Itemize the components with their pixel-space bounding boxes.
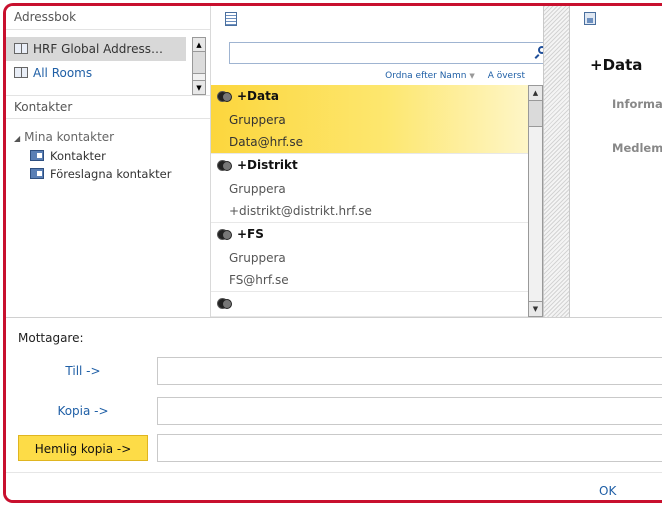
address-book-icon: [14, 43, 28, 54]
recipients-header: Mottagare:: [18, 331, 84, 345]
scroll-up-icon[interactable]: ▲: [193, 38, 205, 52]
ok-button[interactable]: OK: [599, 484, 616, 498]
tree-item-label: Föreslagna kontakter: [50, 167, 172, 181]
contact-card-icon: [30, 168, 44, 179]
results-toolbar: [211, 6, 543, 42]
footer-divider: [6, 472, 662, 473]
list-view-icon[interactable]: [225, 12, 237, 26]
result-item-data[interactable]: +Data Gruppera Data@hrf.se: [211, 85, 529, 154]
result-type: Gruppera: [229, 113, 286, 127]
result-item-partial[interactable]: [211, 292, 529, 317]
address-book-nav: Adressbok HRF Global Address… All Rooms …: [6, 6, 211, 317]
address-book-rooms[interactable]: All Rooms: [6, 61, 186, 85]
results-list: +Data Gruppera Data@hrf.se +Distrikt Gru…: [211, 85, 529, 317]
address-book-label: HRF Global Address…: [33, 42, 163, 56]
address-book-list: HRF Global Address… All Rooms ▲ ▼: [6, 37, 210, 95]
recipients-area: Mottagare: Till -> Kopia -> Hemlig kopia…: [6, 317, 662, 500]
details-info-label: Informat: [612, 97, 662, 111]
collapse-triangle-icon[interactable]: ◢: [14, 129, 20, 149]
details-pane: +Data Informat Medlem: [570, 6, 662, 317]
address-book-dialog: Adressbok HRF Global Address… All Rooms …: [3, 3, 662, 503]
result-type: Gruppera: [229, 251, 286, 265]
search-input[interactable]: [230, 43, 525, 63]
tree-item-contacts[interactable]: Kontakter: [6, 147, 210, 165]
address-book-header: Adressbok: [6, 6, 210, 30]
bcc-button[interactable]: Hemlig kopia ->: [18, 435, 148, 461]
sort-bar: Ordna efter Namn ▼ A överst: [373, 68, 525, 84]
result-title: +FS: [211, 223, 529, 247]
sort-label: Ordna efter Namn: [385, 71, 467, 81]
tree-item-suggested-contacts[interactable]: Föreslagna kontakter: [6, 165, 210, 183]
address-book-label: All Rooms: [33, 66, 93, 80]
scroll-down-icon[interactable]: ▼: [193, 80, 205, 94]
pane-splitter[interactable]: [543, 6, 570, 317]
cc-field[interactable]: [157, 397, 662, 425]
scroll-thumb[interactable]: [193, 52, 205, 74]
bcc-field[interactable]: [157, 434, 662, 462]
result-title: +Data: [211, 85, 529, 109]
contact-card-icon: [30, 150, 44, 161]
sort-by-name-link[interactable]: Ordna efter Namn ▼: [379, 71, 475, 81]
address-book-scrollbar[interactable]: ▲ ▼: [192, 37, 206, 95]
contacts-tree: ◢ Mina kontakter Kontakter Föreslagna kon…: [6, 119, 210, 183]
results-scrollbar[interactable]: ▲ ▼: [528, 85, 543, 317]
contact-details-icon[interactable]: [584, 12, 596, 25]
tree-root-label: Mina kontakter: [24, 130, 115, 144]
result-name: +FS: [237, 227, 264, 241]
result-item-fs[interactable]: +FS Gruppera FS@hrf.se: [211, 223, 529, 292]
address-book-icon: [14, 67, 28, 78]
results-pane: Ordna efter Namn ▼ A överst +Data Grupper…: [211, 6, 554, 317]
result-type: Gruppera: [229, 182, 286, 196]
tree-item-label: Kontakter: [50, 149, 106, 163]
result-item-distrikt[interactable]: +Distrikt Gruppera +distrikt@distrikt.hr…: [211, 154, 529, 223]
result-title: [211, 292, 529, 316]
contacts-header: Kontakter: [6, 95, 210, 119]
sort-order-link[interactable]: A överst: [488, 71, 525, 81]
scroll-down-icon[interactable]: ▼: [529, 301, 542, 316]
result-title: +Distrikt: [211, 154, 529, 178]
group-icon: [217, 159, 232, 171]
result-email: Data@hrf.se: [229, 135, 303, 149]
result-name: +Data: [237, 89, 279, 103]
details-members-label: Medlem: [612, 141, 662, 155]
result-name: +Distrikt: [237, 158, 298, 172]
scroll-up-icon[interactable]: ▲: [529, 86, 542, 101]
group-icon: [217, 297, 232, 309]
address-book-global[interactable]: HRF Global Address…: [6, 37, 186, 61]
group-icon: [217, 90, 232, 102]
result-email: FS@hrf.se: [229, 273, 289, 287]
chevron-down-icon: ▼: [469, 72, 475, 80]
details-title: +Data: [590, 56, 643, 74]
scroll-thumb[interactable]: [529, 101, 542, 127]
result-email: +distrikt@distrikt.hrf.se: [229, 204, 372, 218]
tree-root-my-contacts[interactable]: ◢ Mina kontakter: [6, 127, 210, 147]
to-field[interactable]: [157, 357, 662, 385]
cc-button[interactable]: Kopia ->: [18, 398, 148, 424]
to-button[interactable]: Till ->: [18, 358, 148, 384]
search-box: [229, 42, 554, 64]
group-icon: [217, 228, 232, 240]
